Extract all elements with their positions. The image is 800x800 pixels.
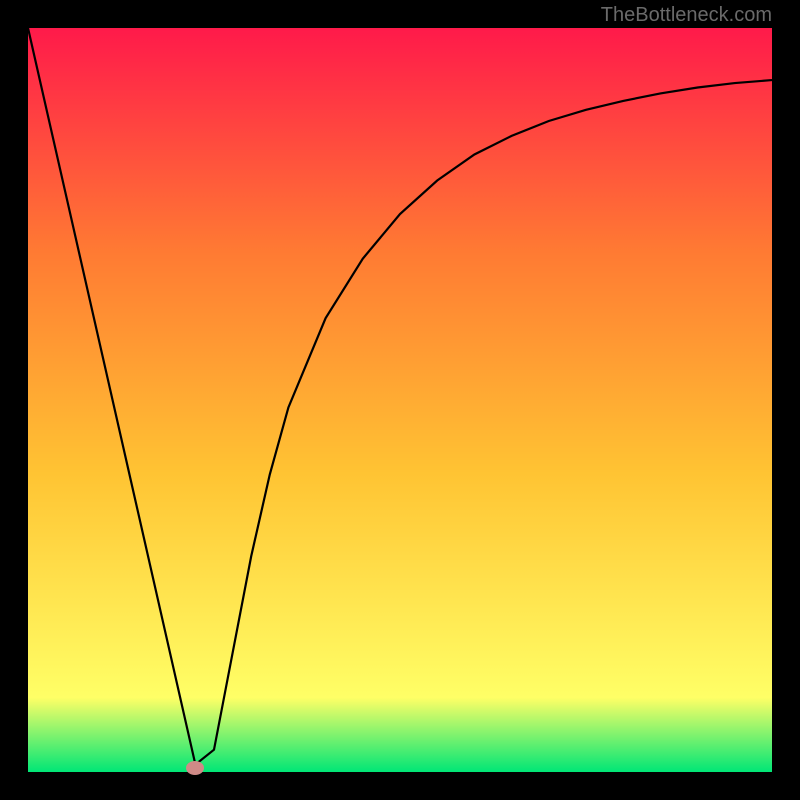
- watermark-text: TheBottleneck.com: [601, 4, 772, 27]
- marker-dot: [186, 761, 204, 775]
- plot-area: [28, 28, 772, 772]
- chart-svg: [28, 28, 772, 772]
- gradient-background: [28, 28, 772, 772]
